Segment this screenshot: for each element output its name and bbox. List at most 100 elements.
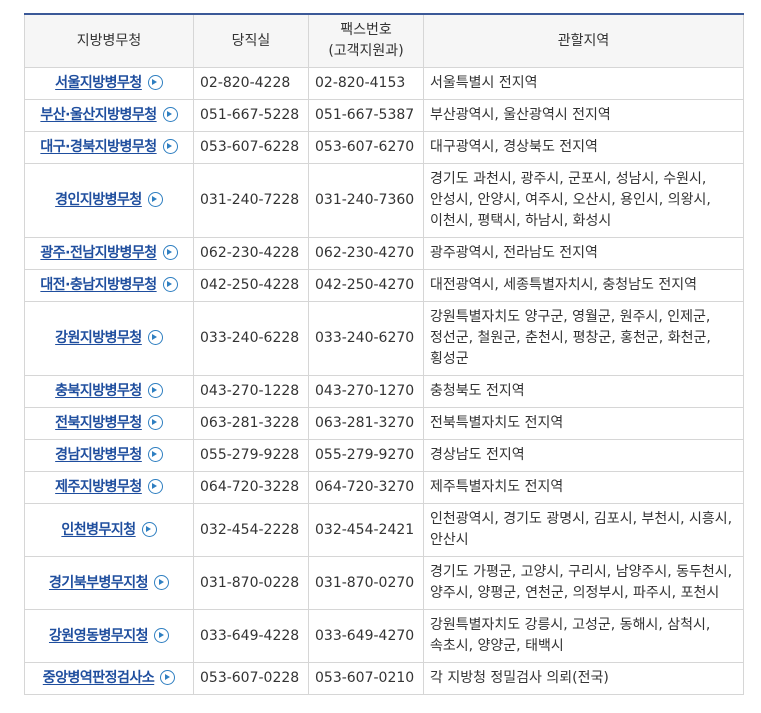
office-link[interactable]: 광주·전남지방병무청 xyxy=(40,245,157,261)
fax-number-cell: 031-240-7360 xyxy=(308,163,424,238)
jurisdiction-cell: 인천광역시, 경기도 광명시, 김포시, 부천시, 시흥시, 안산시 xyxy=(423,503,744,557)
circle-arrow-right-icon[interactable] xyxy=(162,277,178,292)
office-cell: 중앙병역판정검사소 xyxy=(24,662,194,695)
jurisdiction-cell: 경상남도 전지역 xyxy=(423,439,744,472)
office-cell: 대구·경북지방병무청 xyxy=(24,131,194,164)
circle-arrow-right-icon[interactable] xyxy=(141,521,157,537)
circle-arrow-right-icon[interactable] xyxy=(147,192,163,207)
office-link[interactable]: 경기북부병무지청 xyxy=(49,575,149,591)
table-header-row: 지방병무청 당직실 팩스번호 (고객지원과) 관할지역 xyxy=(24,13,744,68)
table-row: 강원영동병무지청 033-649-4228 033-649-4270 강원특별자치도 … xyxy=(24,609,744,663)
office-contact-table: 지방병무청 당직실 팩스번호 (고객지원과) 관할지역 서울지방병무청 02-82… xyxy=(24,13,744,695)
jurisdiction-cell: 충청북도 전지역 xyxy=(423,375,744,408)
office-link[interactable]: 충북지방병무청 xyxy=(55,383,142,399)
office-cell: 강원지방병무청 xyxy=(24,301,194,376)
table-row: 부산·울산지방병무청 051-667-5228 051-667-5387 부산광역시,… xyxy=(24,99,744,132)
fax-number-cell: 043-270-1270 xyxy=(308,375,424,408)
circle-arrow-right-icon[interactable] xyxy=(162,139,178,154)
jurisdiction-cell: 강원특별자치도 강릉시, 고성군, 동해시, 삼척시, 속초시, 양양군, 태백… xyxy=(423,609,744,663)
office-link[interactable]: 제주지방병무청 xyxy=(55,479,142,495)
office-link[interactable]: 대전·충남지방병무청 xyxy=(40,277,157,293)
jurisdiction-cell: 각 지방청 정밀검사 의뢰(전국) xyxy=(423,662,744,695)
jurisdiction-cell: 전북특별자치도 전지역 xyxy=(423,407,744,440)
fax-number-cell: 042-250-4270 xyxy=(308,269,424,302)
fax-number-cell: 031-870-0270 xyxy=(308,556,424,610)
office-cell: 전북지방병무청 xyxy=(24,407,194,440)
circle-arrow-right-icon[interactable] xyxy=(160,670,176,685)
table-row: 충북지방병무청 043-270-1228 043-270-1270 충청북도 전지역 xyxy=(24,375,744,408)
duty-phone-cell: 055-279-9228 xyxy=(193,439,309,472)
table-row: 경인지방병무청 031-240-7228 031-240-7360 경기도 과천시, … xyxy=(24,163,744,238)
office-link[interactable]: 인천병무지청 xyxy=(61,522,136,538)
office-link[interactable]: 서울지방병무청 xyxy=(55,75,142,91)
office-cell: 제주지방병무청 xyxy=(24,471,194,504)
circle-arrow-right-icon[interactable] xyxy=(147,75,163,90)
table-row: 전북지방병무청 063-281-3228 063-281-3270 전북특별자치도 전… xyxy=(24,407,744,440)
table-row: 광주·전남지방병무청 062-230-4228 062-230-4270 광주광역시,… xyxy=(24,237,744,270)
table-row: 강원지방병무청 033-240-6228 033-240-6270 강원특별자치도 양… xyxy=(24,301,744,376)
duty-phone-cell: 02-820-4228 xyxy=(193,67,309,100)
fax-number-cell: 064-720-3270 xyxy=(308,471,424,504)
header-fax-title: 팩스번호 xyxy=(340,22,392,38)
jurisdiction-cell: 제주특별자치도 전지역 xyxy=(423,471,744,504)
office-link[interactable]: 부산·울산지방병무청 xyxy=(40,107,157,123)
table-row: 대구·경북지방병무청 053-607-6228 053-607-6270 대구광역시,… xyxy=(24,131,744,164)
office-cell: 강원영동병무지청 xyxy=(24,609,194,663)
fax-number-cell: 055-279-9270 xyxy=(308,439,424,472)
duty-phone-cell: 064-720-3228 xyxy=(193,471,309,504)
header-office: 지방병무청 xyxy=(24,13,194,68)
duty-phone-cell: 042-250-4228 xyxy=(193,269,309,302)
office-cell: 서울지방병무청 xyxy=(24,67,194,100)
office-link[interactable]: 전북지방병무청 xyxy=(55,415,142,431)
office-link[interactable]: 중앙병역판정검사소 xyxy=(43,670,155,686)
duty-phone-cell: 063-281-3228 xyxy=(193,407,309,440)
office-cell: 충북지방병무청 xyxy=(24,375,194,408)
office-cell: 경남지방병무청 xyxy=(24,439,194,472)
duty-phone-cell: 062-230-4228 xyxy=(193,237,309,270)
jurisdiction-cell: 서울특별시 전지역 xyxy=(423,67,744,100)
duty-phone-cell: 031-870-0228 xyxy=(193,556,309,610)
circle-arrow-right-icon[interactable] xyxy=(147,330,163,345)
table-row: 인천병무지청 032-454-2228 032-454-2421 인천광역시, 경기도… xyxy=(24,503,744,557)
table-row: 중앙병역판정검사소 053-607-0228 053-607-0210 각 지방청 정… xyxy=(24,662,744,695)
jurisdiction-cell: 경기도 가평군, 고양시, 구리시, 남양주시, 동두천시, 양주시, 양평군,… xyxy=(423,556,744,610)
table-row: 서울지방병무청 02-820-4228 02-820-4153 서울특별시 전지역 xyxy=(24,67,744,100)
circle-arrow-right-icon[interactable] xyxy=(147,447,163,462)
office-cell: 인천병무지청 xyxy=(24,503,194,557)
circle-arrow-right-icon[interactable] xyxy=(162,107,178,122)
duty-phone-cell: 053-607-6228 xyxy=(193,131,309,164)
fax-number-cell: 051-667-5387 xyxy=(308,99,424,132)
office-link[interactable]: 대구·경북지방병무청 xyxy=(40,139,157,155)
jurisdiction-cell: 경기도 과천시, 광주시, 군포시, 성남시, 수원시, 안성시, 안양시, 여… xyxy=(423,163,744,238)
header-fax: 팩스번호 (고객지원과) xyxy=(308,13,424,68)
jurisdiction-cell: 대구광역시, 경상북도 전지역 xyxy=(423,131,744,164)
office-cell: 광주·전남지방병무청 xyxy=(24,237,194,270)
office-link[interactable]: 경인지방병무청 xyxy=(55,192,142,208)
fax-number-cell: 032-454-2421 xyxy=(308,503,424,557)
duty-phone-cell: 032-454-2228 xyxy=(193,503,309,557)
header-duty-room: 당직실 xyxy=(193,13,309,68)
jurisdiction-cell: 광주광역시, 전라남도 전지역 xyxy=(423,237,744,270)
circle-arrow-right-icon[interactable] xyxy=(147,383,163,398)
table-row: 경남지방병무청 055-279-9228 055-279-9270 경상남도 전지역 xyxy=(24,439,744,472)
circle-arrow-right-icon[interactable] xyxy=(147,479,163,494)
jurisdiction-cell: 부산광역시, 울산광역시 전지역 xyxy=(423,99,744,132)
table-row: 경기북부병무지청 031-870-0228 031-870-0270 경기도 가평군,… xyxy=(24,556,744,610)
duty-phone-cell: 043-270-1228 xyxy=(193,375,309,408)
circle-arrow-right-icon[interactable] xyxy=(154,574,170,590)
circle-arrow-right-icon[interactable] xyxy=(154,627,170,643)
duty-phone-cell: 033-240-6228 xyxy=(193,301,309,376)
fax-number-cell: 053-607-6270 xyxy=(308,131,424,164)
office-cell: 경인지방병무청 xyxy=(24,163,194,238)
office-link[interactable]: 강원영동병무지청 xyxy=(49,628,149,644)
fax-number-cell: 053-607-0210 xyxy=(308,662,424,695)
circle-arrow-right-icon[interactable] xyxy=(162,245,178,260)
duty-phone-cell: 051-667-5228 xyxy=(193,99,309,132)
duty-phone-cell: 033-649-4228 xyxy=(193,609,309,663)
office-link[interactable]: 강원지방병무청 xyxy=(55,330,142,346)
fax-number-cell: 063-281-3270 xyxy=(308,407,424,440)
circle-arrow-right-icon[interactable] xyxy=(147,415,163,430)
header-fax-subtitle: (고객지원과) xyxy=(328,43,404,59)
office-link[interactable]: 경남지방병무청 xyxy=(55,447,142,463)
fax-number-cell: 033-649-4270 xyxy=(308,609,424,663)
